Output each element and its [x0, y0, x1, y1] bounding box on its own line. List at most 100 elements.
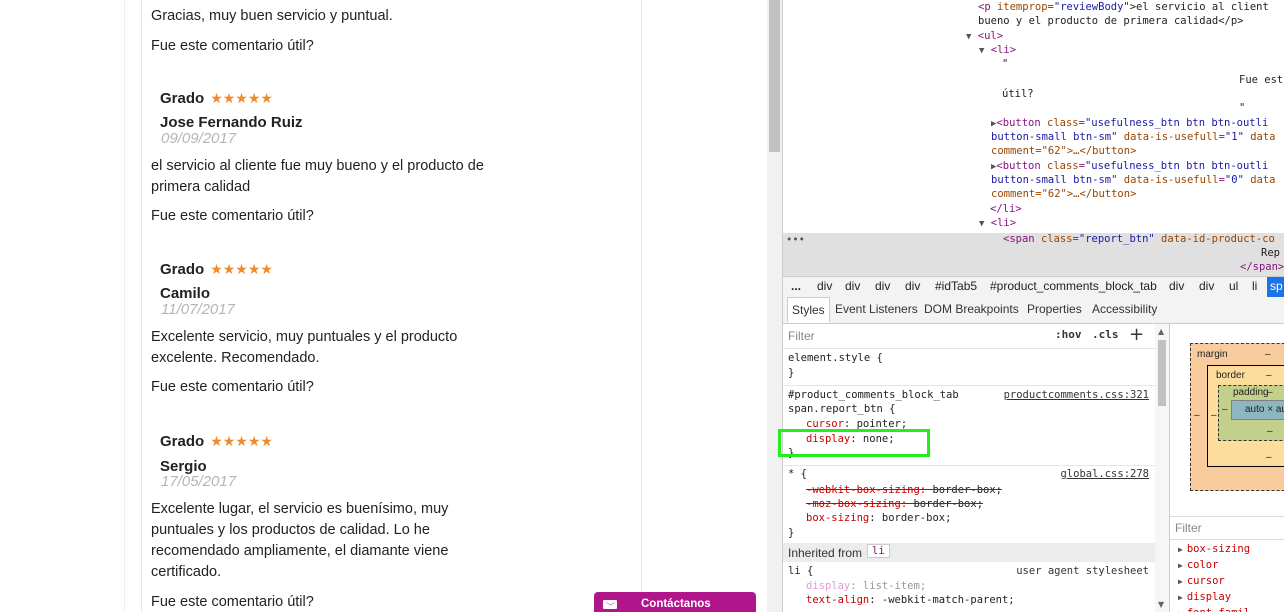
page-scrollbar-thumb[interactable] [769, 0, 780, 152]
padding-top-value: – [1267, 387, 1273, 398]
breadcrumb-item[interactable]: div [817, 279, 832, 293]
expand-triangle-icon[interactable]: ▶ [1178, 577, 1183, 586]
breadcrumb-item[interactable]: div [875, 279, 890, 293]
breadcrumb-item[interactable]: #product_comments_block_tab [990, 279, 1157, 293]
computed-property[interactable]: ▶ display [1178, 591, 1231, 603]
stylesheet-link[interactable]: productcomments.css:321 [1004, 389, 1149, 401]
dom-node[interactable]: ▶<button class="usefulness_btn btn btn-o… [991, 117, 1268, 129]
dom-node[interactable]: comment="62">…</button> [991, 188, 1136, 200]
tab-accessibility[interactable]: Accessibility [1092, 302, 1157, 316]
dom-node[interactable]: <p itemprop="reviewBody">el servicio al … [978, 1, 1269, 13]
computed-property[interactable]: ▶ color [1178, 559, 1218, 571]
expand-triangle-icon[interactable]: ▼ [966, 32, 971, 42]
dom-text[interactable]: Rep [1261, 247, 1280, 259]
box-model-margin[interactable]: margin – – border – – – padding – – – au… [1190, 343, 1284, 491]
breadcrumb-item-selected[interactable]: sp [1267, 277, 1284, 297]
inherited-element-link[interactable]: li [867, 544, 890, 558]
css-declaration[interactable]: box-sizing: border-box; [806, 512, 951, 524]
border-left-value: – [1211, 410, 1217, 421]
review-body: Excelente servicio, muy puntuales y el p… [151, 327, 551, 369]
stylesheet-link[interactable]: global.css:278 [1060, 468, 1149, 480]
scroll-up-arrow-icon[interactable]: ▲ [1158, 327, 1164, 336]
dom-node[interactable]: button-small btn-sm" data-is-usefull="1"… [991, 131, 1276, 143]
rule-selector[interactable]: li { [788, 565, 813, 577]
useful-prompt[interactable]: Fue este comentario útil? [151, 38, 314, 54]
dom-node[interactable]: comment="62">…</button> [991, 145, 1136, 157]
css-declaration-overridden[interactable]: -moz-box-sizing: border-box; [806, 498, 983, 510]
rule-selector[interactable]: * { [788, 468, 807, 480]
user-agent-note: user agent stylesheet [1016, 565, 1149, 577]
hov-toggle-button[interactable]: :hov [1055, 328, 1082, 341]
contact-button[interactable]: Contáctanos [594, 592, 756, 612]
border-label: border [1216, 370, 1245, 381]
expand-triangle-icon[interactable]: ▼ [979, 46, 984, 56]
computed-property[interactable]: ▶ cursor [1178, 575, 1225, 587]
scroll-down-arrow-icon[interactable]: ▼ [1158, 600, 1164, 609]
dom-node[interactable]: ▶<button class="usefulness_btn btn btn-o… [991, 160, 1268, 172]
breadcrumb-item[interactable]: ul [1229, 279, 1238, 293]
review-body-line: primera calidad [151, 179, 251, 195]
dom-node[interactable]: ▼ <li> [979, 217, 1016, 229]
grade-label: Grado [160, 433, 205, 450]
css-declaration[interactable]: text-align: -webkit-match-parent; [806, 594, 1015, 606]
dom-text[interactable]: útil? [1002, 88, 1034, 100]
expand-triangle-icon[interactable]: ▶ [1178, 593, 1183, 602]
box-model-padding[interactable]: padding – – – auto × au [1218, 385, 1284, 441]
breadcrumb-item[interactable]: div [1169, 279, 1184, 293]
css-declaration-inactive[interactable]: display: list-item; [806, 580, 926, 592]
computed-property[interactable]: ▶ box-sizing [1178, 543, 1250, 555]
breadcrumb-item[interactable]: div [845, 279, 860, 293]
tab-styles[interactable]: Styles [787, 297, 830, 323]
styles-scrollbar[interactable]: ▲ ▼ [1155, 324, 1169, 612]
useful-prompt[interactable]: Fue este comentario útil? [151, 594, 314, 610]
dom-text[interactable]: " [1002, 58, 1008, 70]
dom-node-selected[interactable]: <span class="report_btn" data-id-product… [1003, 233, 1275, 245]
tab-dom-breakpoints[interactable]: DOM Breakpoints [924, 302, 1019, 316]
tab-event-listeners[interactable]: Event Listeners [835, 302, 918, 316]
dom-node[interactable]: </span> [1240, 261, 1284, 273]
styles-scrollbar-thumb[interactable] [1158, 340, 1166, 406]
breadcrumb-item[interactable]: div [905, 279, 920, 293]
tab-properties[interactable]: Properties [1027, 302, 1082, 316]
add-rule-icon[interactable]: + [1129, 324, 1144, 345]
green-highlight-annotation [778, 429, 930, 457]
breadcrumb-item[interactable]: #idTab5 [935, 279, 977, 293]
dom-node[interactable]: button-small btn-sm" data-is-usefull="0"… [991, 174, 1276, 186]
dom-node[interactable]: ▼ <li> [979, 44, 1016, 56]
expand-triangle-icon[interactable]: ▼ [979, 219, 984, 229]
computed-filter-row: Filter [1170, 516, 1284, 540]
star-rating-icon: ★★★★★ [210, 90, 273, 106]
useful-prompt[interactable]: Fue este comentario útil? [151, 208, 314, 224]
element-style-selector[interactable]: element.style { [788, 352, 883, 364]
box-model-content[interactable]: auto × au [1231, 400, 1284, 420]
styles-pane: Filter :hov .cls + element.style { } #pr… [783, 324, 1170, 612]
dom-text[interactable]: bueno y el producto de primera calidad</… [978, 15, 1244, 27]
breadcrumb-item[interactable]: div [1199, 279, 1214, 293]
dom-text[interactable]: " [1239, 102, 1245, 114]
styles-filter-input[interactable]: Filter [788, 329, 815, 343]
box-model-border[interactable]: border – – – padding – – – auto × au [1207, 365, 1284, 467]
rule-selector[interactable]: #product_comments_block_tab [788, 389, 959, 401]
page-scrollbar[interactable] [767, 0, 782, 612]
expand-triangle-icon[interactable]: ▶ [1178, 561, 1183, 570]
useful-prompt[interactable]: Fue este comentario útil? [151, 379, 314, 395]
computed-property[interactable]: ▶font-famil [1178, 607, 1250, 612]
sidebar-tabs: Styles Event Listeners DOM Breakpoints P… [783, 297, 1284, 324]
review-body-line: Excelente lugar, el servicio es buenísim… [151, 501, 449, 517]
breadcrumb-item[interactable]: li [1252, 279, 1257, 293]
mail-icon [603, 599, 617, 609]
cls-toggle-button[interactable]: .cls [1092, 328, 1119, 341]
rule-selector[interactable]: span.report_btn { [788, 403, 895, 415]
dom-ellipsis-icon[interactable]: ••• [786, 234, 805, 246]
border-bottom-value: – [1266, 452, 1272, 463]
css-declaration-overridden[interactable]: -webkit-box-sizing: border-box; [806, 484, 1002, 496]
breadcrumb-item[interactable]: ... [791, 279, 801, 293]
border-top-value: – [1266, 370, 1272, 381]
expand-triangle-icon[interactable]: ▶ [1178, 545, 1183, 554]
computed-filter-input[interactable]: Filter [1175, 521, 1202, 535]
dom-node[interactable]: ▼ <ul> [966, 30, 1003, 42]
dom-text[interactable]: Fue est [1239, 74, 1283, 86]
rule-close-brace: } [788, 527, 795, 539]
padding-left-value: – [1222, 404, 1228, 415]
dom-node[interactable]: </li> [990, 203, 1022, 215]
